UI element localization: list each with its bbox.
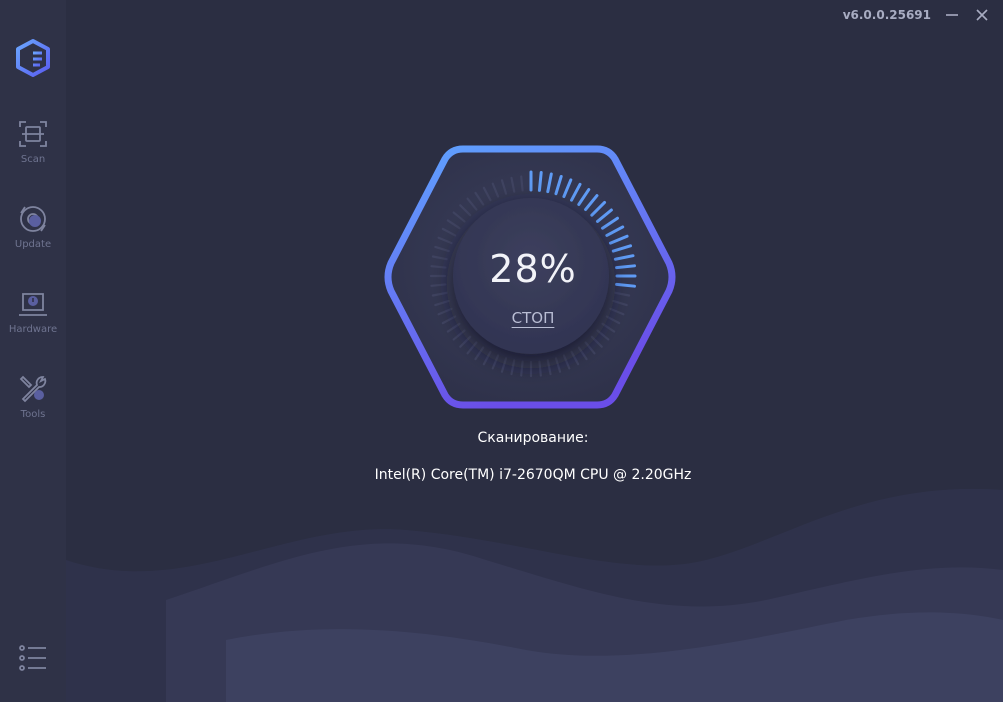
progress-tick bbox=[520, 175, 524, 192]
sidebar: Scan Update Hardware Tools bbox=[0, 0, 66, 702]
sidebar-item-update[interactable]: Update bbox=[0, 203, 66, 273]
hardware-icon bbox=[19, 293, 47, 316]
tools-icon bbox=[19, 375, 47, 403]
sidebar-item-label: Scan bbox=[20, 154, 46, 165]
sidebar-item-tools[interactable]: Tools bbox=[0, 373, 66, 443]
progress-tick bbox=[538, 360, 542, 377]
progress-tick-active bbox=[537, 171, 543, 192]
progress-tick bbox=[520, 360, 524, 377]
stop-button[interactable]: СТОП bbox=[483, 309, 583, 327]
minimize-icon[interactable] bbox=[941, 4, 963, 26]
scan-icon bbox=[19, 121, 47, 147]
version-label: v6.0.0.25691 bbox=[842, 8, 931, 22]
menu-list-icon[interactable] bbox=[17, 642, 49, 674]
sidebar-item-label: Tools bbox=[20, 409, 46, 420]
sidebar-item-label: Hardware bbox=[8, 324, 58, 335]
close-icon[interactable] bbox=[971, 4, 993, 26]
app-logo-icon bbox=[16, 39, 50, 77]
update-icon bbox=[20, 206, 46, 232]
scan-current-item: Intel(R) Core(TM) i7-2670QM CPU @ 2.20GH… bbox=[374, 467, 692, 483]
sidebar-item-hardware[interactable]: Hardware bbox=[0, 288, 66, 358]
sidebar-item-scan[interactable]: Scan bbox=[0, 118, 66, 188]
progress-percent: 28% bbox=[489, 247, 577, 291]
app-window: Scan Update Hardware Tools v6.0.0.25691 … bbox=[0, 0, 1003, 702]
sidebar-item-label: Update bbox=[14, 239, 52, 250]
scan-status-label: Сканирование: bbox=[477, 430, 589, 446]
